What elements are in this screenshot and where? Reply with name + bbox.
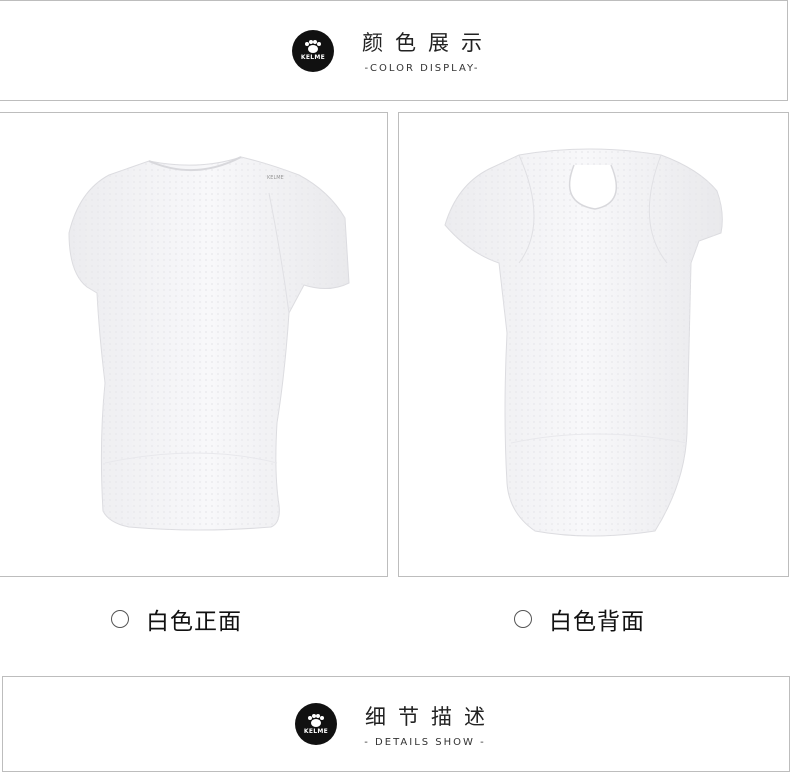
option-label: 白色背面 — [549, 609, 645, 635]
paw-icon — [308, 713, 324, 727]
shirt-front-image: KELME — [68, 156, 350, 531]
radio-button[interactable] — [514, 610, 532, 628]
product-image-back[interactable] — [398, 112, 789, 577]
product-image-front[interactable]: KELME — [0, 112, 388, 577]
section-title-zh: 颜色展示 — [362, 31, 494, 55]
logo-text: KELME — [300, 54, 326, 61]
section-title-zh: 细节描述 — [365, 704, 497, 729]
svg-text:KELME: KELME — [267, 175, 284, 181]
shirt-back-image — [444, 148, 723, 537]
option-white-front[interactable]: 白色正面 — [111, 602, 242, 636]
paw-icon — [305, 40, 321, 53]
details-show-header: KELME 细节描述 - DETAILS SHOW - — [2, 676, 790, 772]
kelme-logo: KELME — [292, 29, 334, 72]
logo-text: KELME — [303, 727, 329, 735]
radio-button[interactable] — [111, 610, 129, 628]
option-white-back[interactable]: 白色背面 — [514, 602, 645, 636]
section-title-en: - DETAILS SHOW - — [364, 736, 486, 748]
option-label: 白色正面 — [146, 609, 242, 635]
color-display-header: KELME 颜色展示 -COLOR DISPLAY- — [0, 0, 788, 101]
section-title-en: -COLOR DISPLAY- — [364, 63, 480, 74]
kelme-logo: KELME — [295, 703, 337, 745]
